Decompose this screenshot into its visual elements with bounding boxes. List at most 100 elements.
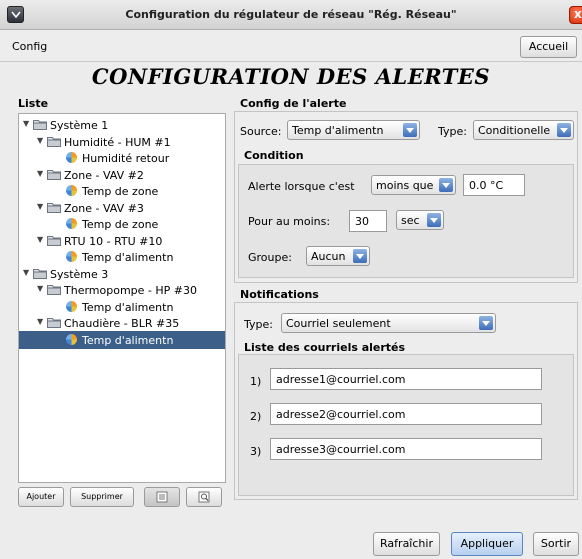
- tree-folder-item[interactable]: ▼ Système 1: [19, 116, 225, 134]
- tree-item-label: Temp d'alimentn: [82, 251, 174, 264]
- tree-folder-item[interactable]: ▼ Zone - VAV #3: [19, 199, 225, 217]
- group-value: Aucun: [311, 250, 346, 263]
- tree-item-label: Humidité retour: [82, 152, 170, 165]
- tree-leaf-item[interactable]: Humidité retour: [19, 149, 225, 167]
- folder-icon: [47, 202, 61, 213]
- title-bar: Configuration du régulateur de réseau "R…: [0, 0, 582, 30]
- tree-leaf-item[interactable]: Temp d'alimentn: [19, 298, 225, 316]
- page-title: CONFIGURATION DES ALERTES: [91, 64, 491, 89]
- search-button[interactable]: [186, 487, 222, 507]
- email-index: 3): [250, 445, 262, 458]
- tree-item-label: Système 3: [50, 267, 109, 281]
- duration-field[interactable]: 30: [349, 210, 387, 232]
- expanded-icon[interactable]: ▼: [23, 268, 29, 277]
- operator-value: moins que: [376, 179, 434, 192]
- expanded-icon[interactable]: ▼: [37, 284, 43, 293]
- tree-folder-item[interactable]: ▼ Zone - VAV #2: [19, 166, 225, 184]
- email-index: 1): [250, 375, 262, 388]
- config-menu[interactable]: Config: [12, 40, 47, 53]
- email-value: adresse3@courriel.com: [276, 443, 406, 456]
- refresh-button[interactable]: Rafraîchir: [373, 532, 440, 556]
- duration-unit-select[interactable]: sec: [396, 210, 444, 230]
- tree-item-label: Système 1: [50, 119, 109, 132]
- list-label: Liste: [18, 97, 49, 110]
- alert-when-label: Alerte lorsque c'est: [248, 180, 355, 193]
- email-value: adresse2@courriel.com: [276, 408, 406, 421]
- search-icon: [198, 491, 210, 503]
- email-field-3[interactable]: adresse3@courriel.com: [270, 438, 542, 460]
- group-select[interactable]: Aucun: [306, 246, 370, 266]
- list-view-icon: [156, 491, 168, 503]
- tree-item-label: Zone - VAV #3: [64, 201, 144, 215]
- tree-folder-item[interactable]: ▼ Thermopompe - HP #30: [19, 281, 225, 299]
- exit-button[interactable]: Sortir: [533, 532, 579, 556]
- tree-leaf-item[interactable]: Temp d'alimentn: [19, 330, 225, 349]
- tree-item-label: Temp d'alimentn: [82, 333, 174, 347]
- source-label: Source:: [240, 125, 282, 138]
- expanded-icon[interactable]: ▼: [37, 136, 43, 145]
- apply-button[interactable]: Appliquer: [451, 532, 523, 556]
- add-button[interactable]: Ajouter: [18, 487, 64, 507]
- email-value: adresse1@courriel.com: [276, 373, 406, 386]
- email-index: 2): [250, 410, 262, 423]
- tree-leaf-item[interactable]: Temp de zone: [19, 182, 225, 200]
- expanded-icon[interactable]: ▼: [37, 235, 43, 244]
- sensor-point-icon: [66, 251, 77, 262]
- alert-tree[interactable]: ▼ Système 1 ▼ Humidité - HUM #1 Humidité ret…: [18, 113, 226, 483]
- tree-item-label: RTU 10 - RTU #10: [64, 234, 163, 248]
- close-icon: x: [574, 7, 582, 21]
- notifications-label: Notifications: [240, 288, 319, 301]
- expanded-icon[interactable]: ▼: [37, 317, 43, 326]
- expanded-icon[interactable]: ▼: [23, 119, 29, 128]
- chevron-down-icon: [427, 213, 441, 227]
- delete-button[interactable]: Supprimer: [70, 487, 134, 507]
- folder-icon: [47, 285, 61, 295]
- duration-value: 30: [355, 215, 369, 228]
- tree-folder-item[interactable]: ▼ Humidité - HUM #1: [19, 133, 225, 151]
- email-field-2[interactable]: adresse2@courriel.com: [270, 403, 542, 425]
- notification-type-select[interactable]: Courriel seulement: [281, 313, 496, 333]
- at-least-label: Pour au moins:: [248, 215, 331, 228]
- source-select[interactable]: Temp d'alimentn: [287, 120, 420, 140]
- type-label: Type:: [438, 125, 467, 138]
- tree-folder-item[interactable]: ▼ RTU 10 - RTU #10: [19, 232, 225, 250]
- tree-folder-item[interactable]: ▼ Chaudière - BLR #35: [19, 314, 225, 332]
- close-button[interactable]: x: [569, 6, 582, 24]
- alert-type-value: Conditionelle: [478, 124, 551, 137]
- chevron-down-icon: [557, 123, 571, 137]
- sensor-point-icon: [66, 333, 77, 345]
- alert-config-label: Config de l'alerte: [240, 97, 347, 110]
- tree-item-label: Humidité - HUM #1: [64, 135, 171, 149]
- operator-select[interactable]: moins que: [371, 175, 456, 195]
- notification-type-label: Type:: [244, 318, 273, 331]
- folder-icon: [47, 136, 61, 147]
- expanded-icon[interactable]: ▼: [37, 169, 43, 178]
- window-title: Configuration du régulateur de réseau "R…: [125, 8, 457, 21]
- tree-item-label: Temp d'alimentn: [82, 300, 174, 314]
- tree-leaf-item[interactable]: Temp d'alimentn: [19, 248, 225, 266]
- sensor-point-icon: [66, 152, 77, 163]
- chevron-down-icon: [439, 178, 453, 192]
- threshold-value: 0.0 °C: [469, 179, 504, 192]
- chevron-down-icon: [479, 316, 493, 330]
- tree-item-label: Temp de zone: [82, 218, 159, 231]
- folder-icon: [33, 120, 47, 130]
- folder-icon: [47, 318, 61, 328]
- tree-item-label: Zone - VAV #2: [64, 168, 144, 182]
- tree-leaf-item[interactable]: Temp de zone: [19, 215, 225, 233]
- tree-item-label: Chaudière - BLR #35: [64, 317, 180, 330]
- threshold-field[interactable]: 0.0 °C: [463, 174, 525, 196]
- home-button[interactable]: Accueil: [520, 36, 577, 58]
- email-field-1[interactable]: adresse1@courriel.com: [270, 368, 542, 390]
- expanded-icon[interactable]: ▼: [37, 202, 43, 211]
- tree-item-label: Thermopompe - HP #30: [64, 284, 197, 297]
- source-select-value: Temp d'alimentn: [292, 124, 384, 137]
- alert-type-select[interactable]: Conditionelle: [473, 120, 574, 140]
- chevron-down-icon: [353, 249, 367, 263]
- duration-unit-value: sec: [401, 214, 420, 227]
- toolbar: Config Accueil: [0, 30, 582, 62]
- list-view-button[interactable]: [144, 487, 180, 507]
- config-window: Configuration du régulateur de réseau "R…: [0, 0, 582, 559]
- folder-icon: [47, 169, 61, 180]
- tree-folder-item[interactable]: ▼ Système 3: [19, 265, 225, 283]
